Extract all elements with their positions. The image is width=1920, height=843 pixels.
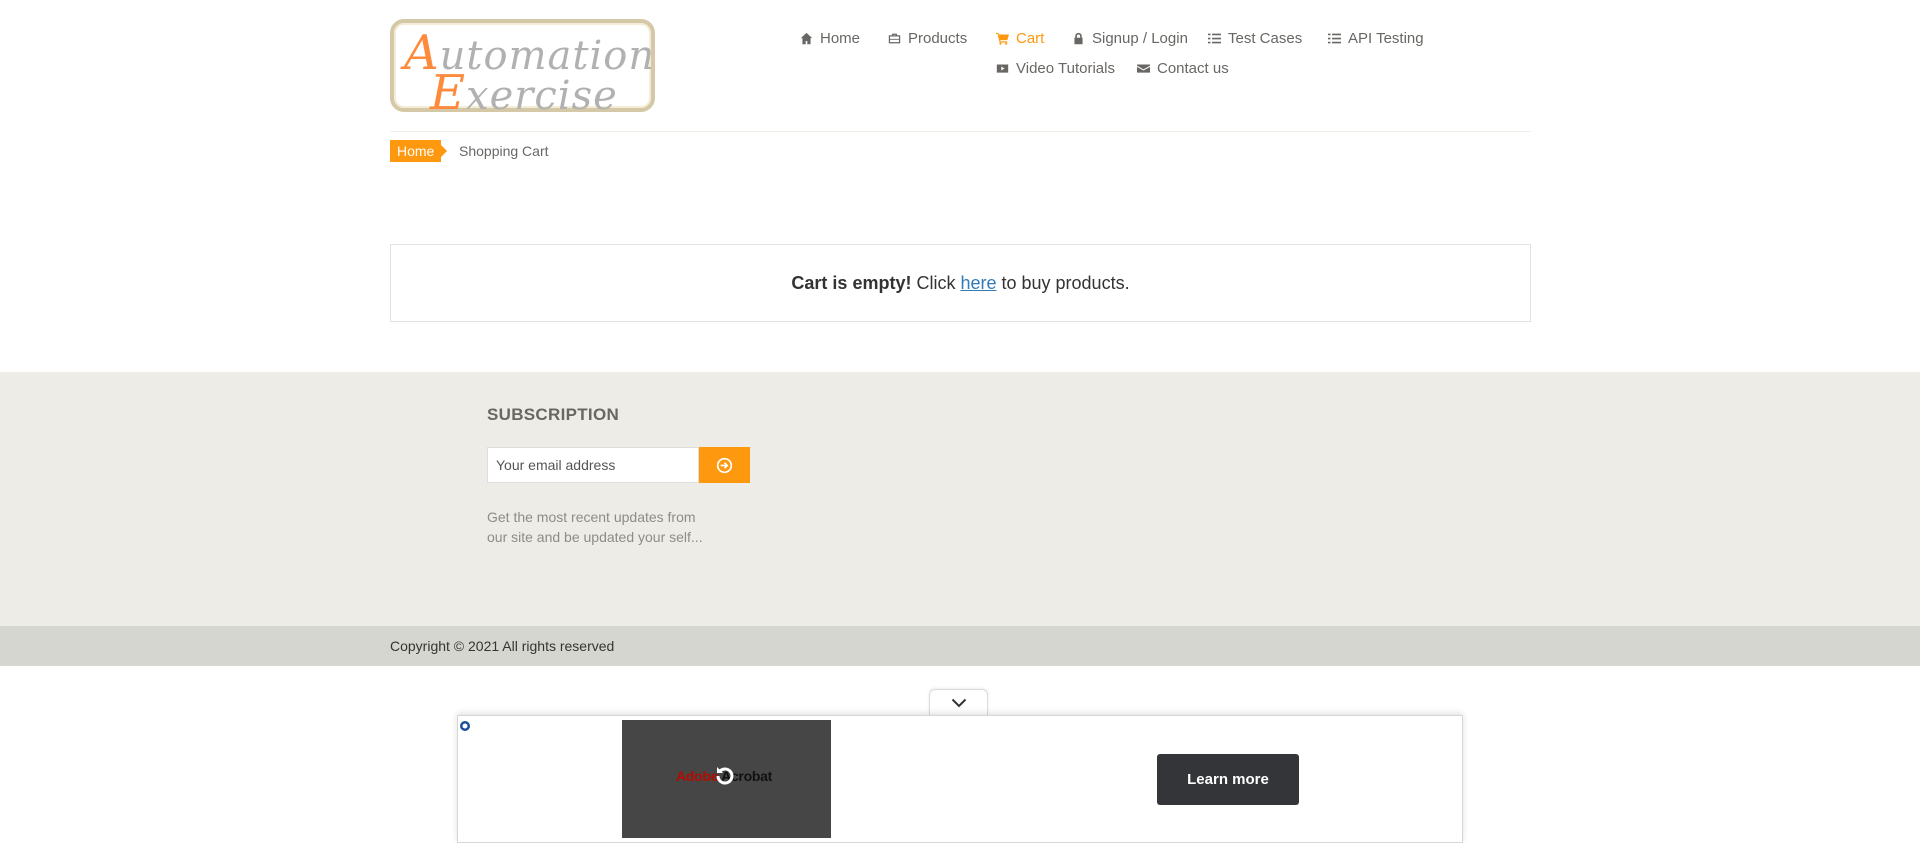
envelope-icon [1137,64,1150,73]
nav-cart[interactable]: Cart [996,30,1044,47]
cart-icon [996,32,1009,45]
footer-bottom [0,626,1920,666]
chevron-down-icon [951,698,966,707]
replay-icon[interactable] [711,762,739,790]
nav-test-cases-label: Test Cases [1228,30,1303,47]
footer-widget [0,372,1920,626]
header-divider [390,131,1531,132]
nav-test-cases[interactable]: Test Cases [1208,30,1302,47]
nav-contact-us-label: Contact us [1157,60,1229,77]
ad-banner [457,715,1463,843]
buy-products-link[interactable]: here [960,273,996,294]
nav-signup-login-label: Signup / Login [1092,30,1188,47]
copyright-text: Copyright © 2021 All rights reserved [390,638,615,654]
nav-api-testing[interactable]: API Testing [1328,30,1424,47]
arrow-circle-right-icon [716,457,733,473]
empty-cart-heading: Cart is empty! [791,272,912,293]
youtube-play-icon [996,64,1009,73]
main-nav: Home Products Cart Signup / Login Test C… [0,28,1920,88]
nav-video-tutorials-label: Video Tutorials [1016,60,1115,77]
subscription-title: SUBSCRIPTION [487,405,620,424]
empty-cart-message: Cart is empty! Click here to buy product… [390,244,1531,322]
learn-more-button[interactable]: Learn more [1157,754,1299,805]
nav-api-testing-label: API Testing [1348,30,1424,47]
nav-products[interactable]: Products [888,30,967,47]
subscription-email-input[interactable] [487,447,699,483]
subscribe-button[interactable] [699,447,750,483]
subscription-description: Get the most recent updates from our sit… [487,509,703,545]
nav-products-label: Products [908,30,968,47]
page: Automation Exercise Home Products Cart S… [0,0,1920,843]
nav-video-tutorials[interactable]: Video Tutorials [996,60,1115,77]
nav-home[interactable]: Home [800,30,860,47]
empty-cart-pre: Click [916,272,956,293]
lock-icon [1074,32,1083,45]
list-icon [1208,33,1221,44]
ad-collapse-toggle[interactable] [929,689,988,715]
home-icon [800,32,813,45]
breadcrumb-home[interactable]: Home [390,140,448,162]
list-icon [1328,33,1341,44]
nav-cart-label: Cart [1016,30,1045,47]
nav-home-label: Home [820,30,861,47]
briefcase-icon [888,33,901,44]
nav-contact-us[interactable]: Contact us [1137,60,1229,77]
ad-choices-icon[interactable] [459,720,471,732]
nav-signup-login[interactable]: Signup / Login [1072,30,1188,47]
breadcrumb-current: Shopping Cart [459,143,549,159]
empty-cart-post: to buy products. [1001,272,1130,293]
